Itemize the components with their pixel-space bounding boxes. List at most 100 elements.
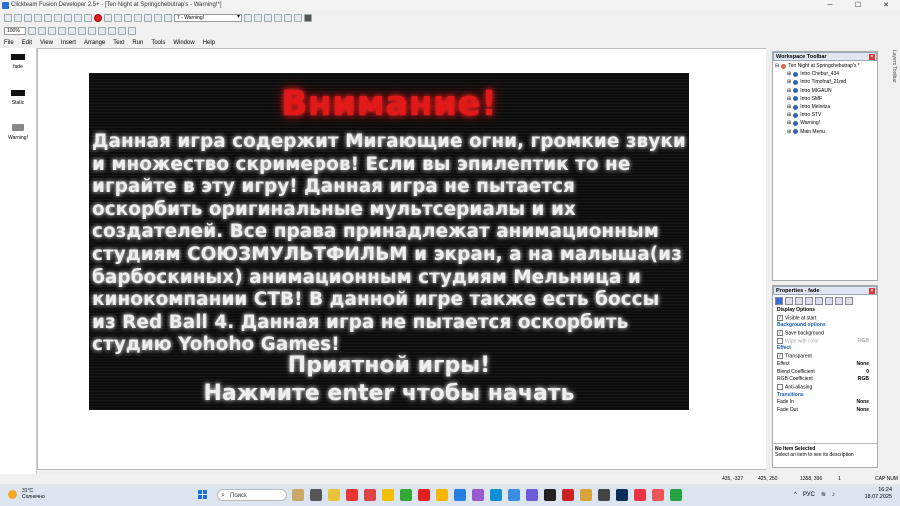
prop-transparent[interactable]: ✓ Transparent xyxy=(773,353,877,361)
undo-icon[interactable] xyxy=(64,14,72,22)
bold-icon[interactable] xyxy=(78,27,86,35)
event-list-icon[interactable] xyxy=(144,14,152,22)
about-tab-icon[interactable] xyxy=(825,297,833,305)
tree-item-frame[interactable]: ⊞ Intro Timofnaf_21md xyxy=(775,78,875,86)
prop-fade-in[interactable]: Fade In None xyxy=(773,399,877,407)
menu-file[interactable]: File xyxy=(4,40,14,46)
open-icon[interactable] xyxy=(14,14,22,22)
prop-wipe-with-color[interactable]: Wipe with color RGB xyxy=(773,337,877,346)
values-tab-icon[interactable] xyxy=(805,297,813,305)
text-align-left-icon[interactable] xyxy=(98,27,106,35)
app-icon-orange[interactable] xyxy=(580,489,592,501)
tree-item-frame[interactable]: ⊞ Warning! xyxy=(775,119,875,127)
prop-effect[interactable]: Effect None xyxy=(773,361,877,369)
youtube-icon[interactable] xyxy=(652,489,664,501)
app-icon-green[interactable] xyxy=(400,489,412,501)
close-icon[interactable]: × xyxy=(869,54,875,60)
folder-icon[interactable] xyxy=(436,489,448,501)
frame-nav-icon[interactable] xyxy=(164,14,172,22)
menu-arrange[interactable]: Arrange xyxy=(84,40,105,46)
app-icon-blue[interactable] xyxy=(508,489,520,501)
menu-view[interactable]: View xyxy=(40,40,53,46)
italic-icon[interactable] xyxy=(88,27,96,35)
menu-window[interactable]: Window xyxy=(173,40,194,46)
paste-icon[interactable] xyxy=(54,14,62,22)
window-icon[interactable] xyxy=(284,14,292,22)
run-frame-icon[interactable] xyxy=(104,14,112,22)
task-view-icon[interactable] xyxy=(310,489,322,501)
app-icon-dark[interactable] xyxy=(544,489,556,501)
save-icon[interactable] xyxy=(24,14,32,22)
taskbar-search[interactable]: Поиск xyxy=(217,489,287,502)
tree-item-frame[interactable]: ⊞ Intro STV xyxy=(775,111,875,119)
tree-item-frame[interactable]: ⊞ Intro Melnitza xyxy=(775,103,875,111)
weather-widget[interactable]: 31°C Солнечно xyxy=(8,488,45,500)
grid-icon[interactable] xyxy=(264,14,272,22)
text-tab-icon[interactable] xyxy=(835,297,843,305)
help-icon[interactable] xyxy=(84,14,92,22)
display-tab-icon[interactable] xyxy=(775,297,783,305)
run-application-icon[interactable] xyxy=(94,14,102,22)
runtime-tab-icon[interactable] xyxy=(795,297,803,305)
record-icon[interactable] xyxy=(562,489,574,501)
snap-icon[interactable] xyxy=(274,14,282,22)
prop-visible-at-start[interactable]: ✓ Visible at start xyxy=(773,314,877,323)
layers-icon[interactable] xyxy=(294,14,302,22)
layers-toolbar-tab[interactable]: Layers Toolbar xyxy=(885,50,897,130)
edge-icon[interactable] xyxy=(490,489,502,501)
hand-tool-icon[interactable] xyxy=(28,27,36,35)
prop-anti-aliasing[interactable]: Anti-aliasing xyxy=(773,383,877,392)
align-center-icon[interactable] xyxy=(58,27,66,35)
menu-tools[interactable]: Tools xyxy=(151,40,165,46)
new-icon[interactable] xyxy=(4,14,12,22)
menu-insert[interactable]: Insert xyxy=(61,40,76,46)
app-icon-red[interactable] xyxy=(364,489,376,501)
zoom-select[interactable]: 100% xyxy=(4,27,26,35)
prev-frame-icon[interactable] xyxy=(244,14,252,22)
press-enter-text[interactable]: Нажмите enter чтобы начать xyxy=(89,381,689,406)
prop-blend-coefficient[interactable]: Blend Coefficient 0 xyxy=(773,369,877,377)
opera-icon[interactable] xyxy=(418,489,430,501)
menu-text[interactable]: Text xyxy=(113,40,124,46)
align-left-icon[interactable] xyxy=(48,27,56,35)
properties-icon[interactable] xyxy=(304,14,312,22)
object-item-fade[interactable]: fade xyxy=(0,54,36,70)
tree-item-frame[interactable]: ⊞ Intro SMF xyxy=(775,95,875,103)
frame-select[interactable]: 7 - Warning! xyxy=(174,14,242,22)
close-button[interactable]: ✕ xyxy=(872,0,900,11)
maximize-button[interactable]: ☐ xyxy=(844,0,872,11)
clock[interactable]: 16:24 18.07.2025 xyxy=(864,487,892,501)
store-icon[interactable] xyxy=(454,489,466,501)
data-elements-icon[interactable] xyxy=(154,14,162,22)
tray-chevron-icon[interactable]: ^ xyxy=(794,492,797,498)
storyboard-editor-icon[interactable] xyxy=(114,14,122,22)
events-tab-icon[interactable] xyxy=(815,297,823,305)
enjoy-text[interactable]: Приятной игры! xyxy=(89,353,689,378)
redo-icon[interactable] xyxy=(74,14,82,22)
menu-help[interactable]: Help xyxy=(203,40,215,46)
windows-start-icon[interactable] xyxy=(198,490,207,499)
clickteam-icon[interactable] xyxy=(526,489,538,501)
whatsapp-icon[interactable] xyxy=(670,489,682,501)
file-explorer-icon[interactable] xyxy=(328,489,340,501)
widgets-icon[interactable] xyxy=(292,489,304,501)
copy-icon[interactable] xyxy=(44,14,52,22)
yandex-browser-icon[interactable] xyxy=(382,489,394,501)
close-icon[interactable]: × xyxy=(869,288,875,294)
minimize-button[interactable]: ─ xyxy=(816,0,844,11)
prop-rgb-coefficient[interactable]: RGB Coefficient RGB xyxy=(773,376,877,384)
cut-icon[interactable] xyxy=(34,14,42,22)
app-icon-gray[interactable] xyxy=(598,489,610,501)
zoom-tool-icon[interactable] xyxy=(38,27,46,35)
prop-fade-out[interactable]: Fade Out None xyxy=(773,407,877,415)
app-icon-pink[interactable] xyxy=(634,489,646,501)
tree-item-frame[interactable]: ⊞ Intro Chebur_434 xyxy=(775,70,875,78)
frame-editor-icon[interactable] xyxy=(124,14,132,22)
yandex-icon[interactable] xyxy=(346,489,358,501)
next-frame-icon[interactable] xyxy=(254,14,262,22)
menu-edit[interactable]: Edit xyxy=(22,40,32,46)
warning-body-text[interactable]: Данная игра содержит Мигающие огни, гром… xyxy=(92,131,688,357)
crop-icon[interactable] xyxy=(128,27,136,35)
extra-tab-icon[interactable] xyxy=(845,297,853,305)
tree-item-frame[interactable]: ⊞ Intro MIGAUN xyxy=(775,87,875,95)
